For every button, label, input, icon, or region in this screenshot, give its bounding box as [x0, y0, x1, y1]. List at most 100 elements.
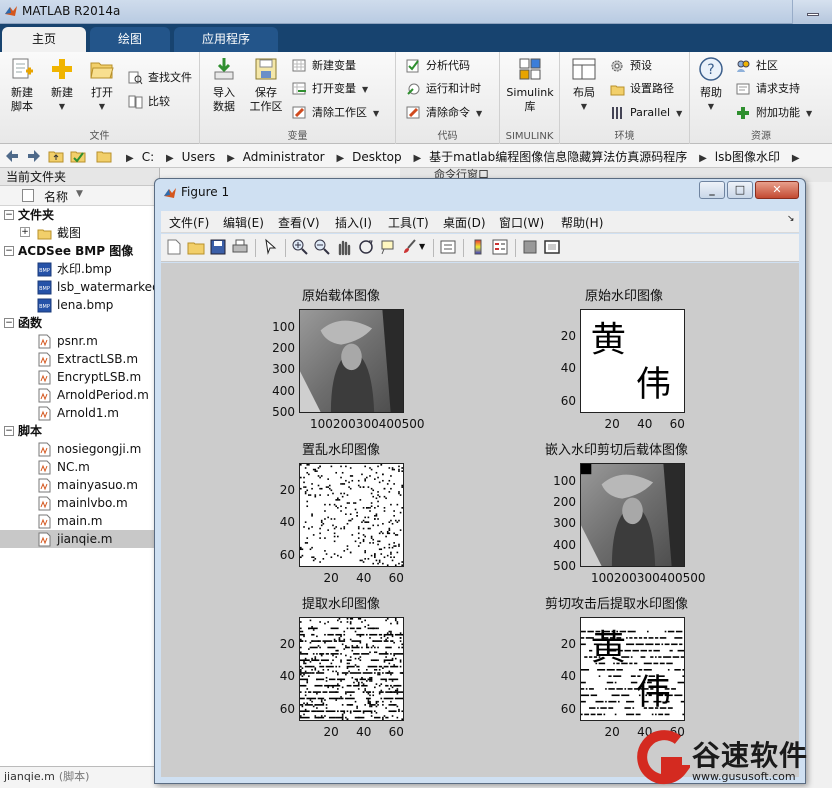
file-list-item[interactable]: + 截图	[0, 224, 159, 242]
collapse-toggle-icon[interactable]: −	[4, 318, 14, 328]
simulink-library-button[interactable]: Simulink 库	[504, 56, 556, 114]
set-path-button[interactable]: 设置路径	[610, 79, 674, 99]
file-list-item[interactable]: psnr.m	[0, 332, 159, 350]
file-list-item[interactable]: EncryptLSB.m	[0, 368, 159, 386]
link-plot-icon[interactable]	[439, 238, 457, 256]
new-variable-button[interactable]: 新建变量	[292, 56, 356, 76]
file-group-header[interactable]: − 脚本	[0, 422, 159, 440]
ribbon-section-resources: ? 帮助 ▼ 社区 请求支持 附加功能 ▼ 资源	[690, 52, 832, 144]
layout-button[interactable]: 布局 ▼	[566, 56, 602, 114]
new-script-button[interactable]: 新建 脚本	[2, 56, 42, 114]
community-button[interactable]: 社区	[736, 56, 778, 76]
analyze-code-button[interactable]: 分析代码	[406, 56, 470, 76]
menu-view[interactable]: 查看(V)	[278, 214, 320, 231]
pan-hand-icon[interactable]	[335, 238, 353, 256]
figure-minimize-button[interactable]: _	[699, 181, 725, 199]
file-list-item[interactable]: ExtractLSB.m	[0, 350, 159, 368]
figure-maximize-button[interactable]: □	[727, 181, 753, 199]
breadcrumb-item[interactable]: 基于matlab编程图像信息隐藏算法仿真源码程序	[429, 150, 687, 164]
column-header[interactable]: 名称 ▼	[0, 186, 159, 206]
tab-plots[interactable]: 绘图	[90, 27, 170, 52]
help-button[interactable]: ? 帮助 ▼	[694, 56, 728, 114]
hide-plot-tools-icon[interactable]	[521, 238, 539, 256]
addons-button[interactable]: 附加功能 ▼	[736, 103, 812, 123]
expand-toggle-icon[interactable]: +	[20, 227, 30, 237]
axes-image[interactable]: 黄伟	[580, 617, 691, 721]
tab-apps[interactable]: 应用程序	[174, 27, 278, 52]
minimize-button[interactable]	[792, 0, 832, 24]
menu-desktop[interactable]: 桌面(D)	[443, 214, 486, 231]
breadcrumb-item[interactable]: Desktop	[352, 150, 402, 164]
file-list-item[interactable]: mainlvbo.m	[0, 494, 159, 512]
clear-workspace-button[interactable]: 清除工作区 ▼	[292, 103, 379, 123]
collapse-toggle-icon[interactable]: −	[4, 426, 14, 436]
parallel-button[interactable]: Parallel ▼	[610, 103, 682, 123]
zoom-out-icon[interactable]	[313, 238, 331, 256]
data-cursor-icon[interactable]	[379, 238, 397, 256]
breadcrumb-item[interactable]: Users	[182, 150, 216, 164]
back-arrow-icon[interactable]	[4, 148, 20, 164]
open-file-icon[interactable]	[187, 238, 205, 256]
forward-arrow-icon[interactable]	[26, 148, 42, 164]
file-list-item[interactable]: BMP 水印.bmp	[0, 260, 159, 278]
axes-image[interactable]: 黄伟	[580, 309, 685, 413]
menu-help[interactable]: 帮助(H)	[561, 214, 603, 231]
compare-button[interactable]: 比较	[128, 92, 170, 112]
zoom-in-icon[interactable]	[291, 238, 309, 256]
axes-image[interactable]	[299, 309, 404, 413]
menu-file[interactable]: 文件(F)	[169, 214, 209, 231]
sort-arrow-icon[interactable]: ▼	[76, 189, 83, 199]
breadcrumb-item[interactable]: lsb图像水印	[715, 150, 780, 164]
colorbar-icon[interactable]	[469, 238, 487, 256]
import-data-button[interactable]: 导入 数据	[204, 56, 244, 114]
menu-edit[interactable]: 编辑(E)	[223, 214, 264, 231]
figure-close-button[interactable]: ✕	[755, 181, 799, 199]
legend-icon[interactable]	[491, 238, 509, 256]
new-button[interactable]: 新建 ▼	[44, 56, 80, 114]
file-list-item[interactable]: mainyasuo.m	[0, 476, 159, 494]
collapse-toggle-icon[interactable]: −	[4, 210, 14, 220]
open-button[interactable]: 打开 ▼	[84, 56, 120, 114]
find-files-button[interactable]: 查找文件	[128, 68, 192, 88]
file-list-item[interactable]: ArnoldPeriod.m	[0, 386, 159, 404]
new-figure-icon[interactable]	[165, 238, 183, 256]
preferences-button[interactable]: 预设	[610, 56, 652, 76]
save-workspace-button[interactable]: 保存 工作区	[246, 56, 286, 114]
save-figure-icon[interactable]	[209, 238, 227, 256]
axes-image[interactable]	[299, 617, 410, 721]
menu-tools[interactable]: 工具(T)	[388, 214, 429, 231]
file-group-header[interactable]: − ACDSee BMP 图像	[0, 242, 159, 260]
open-variable-button[interactable]: 打开变量 ▼	[292, 79, 368, 99]
file-list-item[interactable]: Arnold1.m	[0, 404, 159, 422]
breadcrumb-item[interactable]: C:	[142, 150, 154, 164]
pointer-icon[interactable]	[261, 238, 279, 256]
clear-commands-button[interactable]: 清除命令 ▼	[406, 103, 482, 123]
print-icon[interactable]	[231, 238, 249, 256]
show-plot-tools-icon[interactable]	[543, 238, 561, 256]
up-folder-icon[interactable]	[48, 148, 64, 164]
ribbon-tab-strip: 主页 绘图 应用程序	[0, 24, 832, 52]
file-group-header[interactable]: − 文件夹	[0, 206, 159, 224]
brush-icon[interactable]	[401, 238, 419, 256]
menubar-dock-icon[interactable]: ↘	[787, 214, 795, 224]
file-group-header[interactable]: − 函数	[0, 314, 159, 332]
axes-image[interactable]	[299, 463, 404, 567]
breadcrumb-item[interactable]: Administrator	[243, 150, 325, 164]
menu-insert[interactable]: 插入(I)	[335, 214, 372, 231]
file-list-item[interactable]: BMP lena.bmp	[0, 296, 159, 314]
file-list-item[interactable]: BMP lsb_watermarked	[0, 278, 159, 296]
file-list-item[interactable]: jianqie.m	[0, 530, 159, 548]
file-list-item[interactable]: main.m	[0, 512, 159, 530]
brush-dropdown-icon[interactable]: ▼	[419, 242, 425, 251]
rotate-3d-icon[interactable]	[357, 238, 375, 256]
tab-home[interactable]: 主页	[2, 27, 86, 52]
collapse-toggle-icon[interactable]: −	[4, 246, 14, 256]
browse-folder-icon[interactable]	[70, 148, 86, 164]
file-list-item[interactable]: NC.m	[0, 458, 159, 476]
run-and-time-button[interactable]: 运行和计时	[406, 79, 481, 99]
figure-canvas[interactable]: 原始载体图像 100 200 300 400 500 100200300400500 原始水印…	[161, 263, 799, 777]
menu-window[interactable]: 窗口(W)	[499, 214, 544, 231]
request-support-button[interactable]: 请求支持	[736, 79, 800, 99]
axes-image[interactable]	[580, 463, 685, 567]
file-list-item[interactable]: nosiegongji.m	[0, 440, 159, 458]
